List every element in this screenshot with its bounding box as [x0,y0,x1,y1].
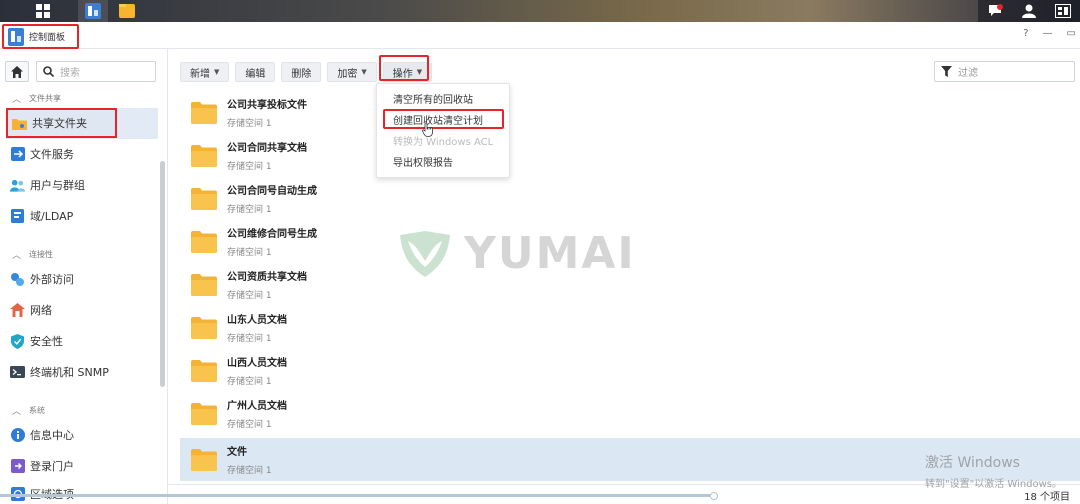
file-services-icon [10,147,25,162]
folder-icon [191,316,217,339]
folder-icon [191,187,217,210]
hand-cursor-icon [422,123,433,137]
edit-button[interactable]: 编辑 [235,62,276,82]
login-portal-icon [10,459,25,474]
search-icon [43,66,54,77]
network-icon [10,303,25,318]
menu-item-highlight [383,109,504,129]
window-title-bar: 控制面板 ? — ▭ [0,22,1080,49]
section-connectivity[interactable]: ︿ 连接性 [12,248,53,261]
folder-icon [191,230,217,253]
scrollbar-handle[interactable] [710,492,718,500]
sidebar-search-input[interactable]: 搜索 [36,61,156,82]
chevron-up-icon: ︿ [12,95,22,105]
domain-ldap-icon [10,209,25,224]
folder-icon [191,402,217,425]
action-button-highlight [379,55,429,81]
shield-logo-icon [400,230,450,277]
horizontal-scrollbar[interactable] [0,494,715,497]
taskbar-tray [978,0,1080,22]
security-shield-icon [10,333,25,349]
sidebar-item-regional-options[interactable]: 区域选项 [6,482,158,504]
windows-activation-notice: 激活 Windows 转到"设置"以激活 Windows。 [925,455,1063,490]
table-row[interactable]: 山西人员文档 存储空间 1 [180,349,1080,392]
create-button[interactable]: 新增 ▼ [180,62,230,82]
chevron-up-icon: ︿ [12,251,22,261]
file-station-icon [119,4,135,18]
folder-icon [191,144,217,167]
sidebar-item-network[interactable]: 网络 [6,295,158,325]
main-menu-button[interactable] [30,0,56,22]
sidebar-item-terminal-snmp[interactable]: 终端机和 SNMP [6,357,158,387]
sidebar-item-security[interactable]: 安全性 [6,326,158,356]
info-center-icon [10,428,25,443]
sidebar-item-login-portal[interactable]: 登录门户 [6,451,158,481]
table-row[interactable]: 公司合同共享文档 存储空间 1 [180,134,1080,177]
folder-icon [191,359,217,382]
control-panel-icon [8,27,24,46]
caret-down-icon: ▼ [214,68,220,76]
sidebar-item-domain-ldap[interactable]: 域/LDAP [6,201,158,231]
section-system[interactable]: ︿ 系统 [12,404,45,417]
table-row[interactable]: 公司共享投标文件 存储空间 1 [180,91,1080,134]
external-access-icon [10,272,25,287]
shared-folder-icon [12,116,27,131]
table-row[interactable]: 山东人员文档 存储空间 1 [180,306,1080,349]
taskbar-file-station-button[interactable] [112,0,142,22]
user-icon[interactable] [1021,4,1036,18]
action-dropdown-menu: 清空所有的回收站 创建回收站清空计划 转换为 Windows ACL 导出权限报… [376,83,510,178]
dsm-taskbar [0,0,1080,22]
folder-icon [191,273,217,296]
help-button[interactable]: ? [1023,28,1028,39]
search-placeholder: 搜索 [60,68,80,79]
widgets-icon[interactable] [1054,4,1071,18]
sidebar-item-external-access[interactable]: 外部访问 [6,264,158,294]
home-button[interactable] [5,61,29,82]
section-file-sharing[interactable]: ︿ 文件共享 [12,92,61,105]
menu-item-empty-all-recycle-bins[interactable]: 清空所有的回收站 [377,90,509,111]
window-title: 控制面板 [2,24,79,49]
sidebar-item-users-groups[interactable]: 用户与群组 [6,170,158,200]
window-title-text: 控制面板 [29,33,66,43]
sidebar: 搜索 ︿ 文件共享 共享文件夹 文件服务 用户与群组 域/LDAP ︿ 连接性 [0,49,168,504]
item-count: 18 个项目 [1024,492,1070,503]
taskbar-control-panel-button[interactable] [78,0,108,22]
home-icon [11,65,23,78]
menu-item-convert-windows-acl: 转换为 Windows ACL [393,137,494,148]
delete-button[interactable]: 删除 [281,62,322,82]
table-row[interactable]: 广州人员文档 存储空间 1 [180,392,1080,435]
chevron-up-icon: ︿ [12,407,22,417]
grid-icon [36,4,50,18]
menu-item-export-permission-report[interactable]: 导出权限报告 [377,153,509,174]
folder-icon [191,448,217,471]
table-row[interactable]: 公司合同号自动生成 存储空间 1 [180,177,1080,220]
folder-icon [191,101,217,124]
sidebar-item-info-center[interactable]: 信息中心 [6,420,158,450]
filter-icon [941,66,952,77]
encrypt-button[interactable]: 加密 ▼ [327,62,377,82]
caret-down-icon: ▼ [361,68,367,76]
sidebar-scrollbar[interactable] [160,161,165,387]
yumai-watermark: YUMAI [398,228,636,279]
chat-notification-icon[interactable] [987,4,1004,18]
restore-button[interactable]: ▭ [1067,28,1076,39]
minimize-button[interactable]: — [1043,28,1053,39]
control-panel-icon [85,3,101,19]
sidebar-item-file-services[interactable]: 文件服务 [6,139,158,169]
terminal-icon [10,365,25,380]
users-groups-icon [10,178,25,193]
filter-input[interactable]: 过滤 [934,61,1075,82]
sidebar-item-shared-folder[interactable]: 共享文件夹 [6,108,117,138]
